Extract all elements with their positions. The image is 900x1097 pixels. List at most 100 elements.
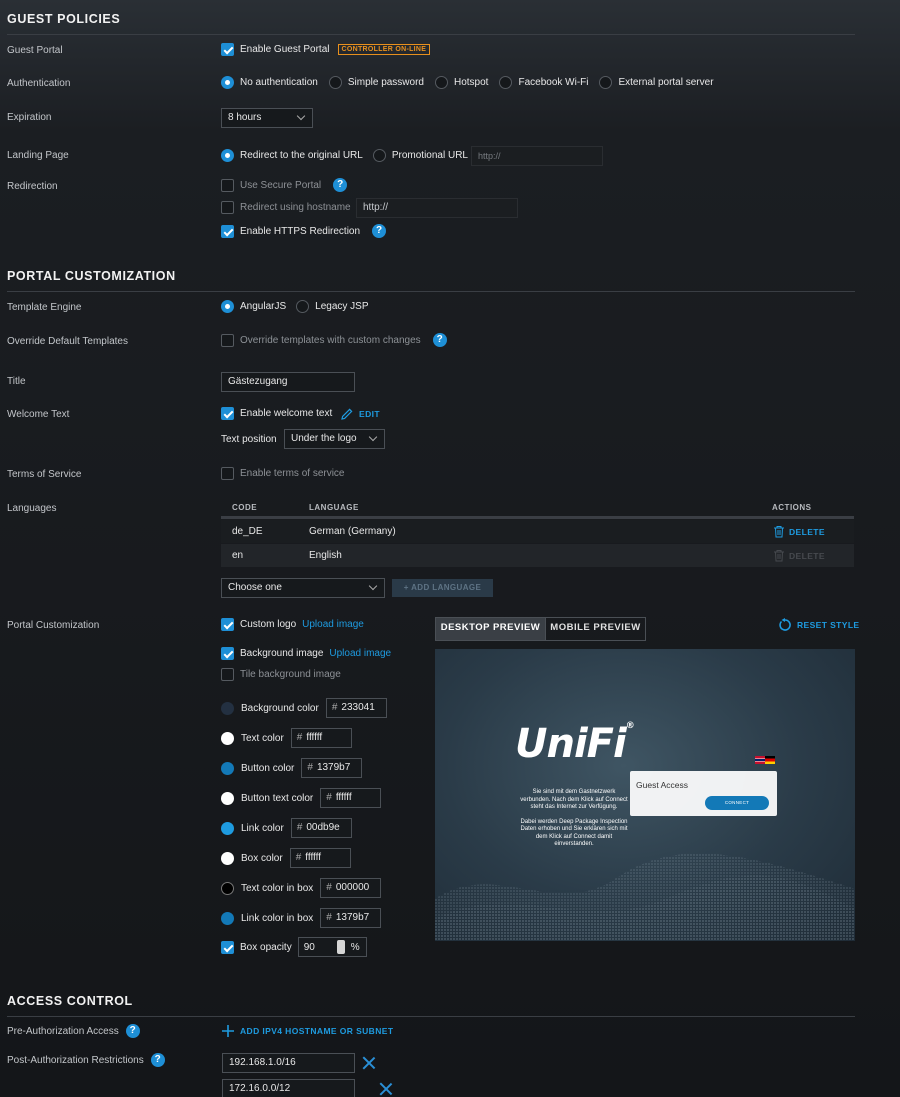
box-opacity-checkbox[interactable] <box>221 940 234 954</box>
upload-logo-link[interactable]: Upload image <box>302 619 364 630</box>
hex-value: 233041 <box>341 702 375 713</box>
color-hex-input[interactable]: # ffffff <box>290 728 352 748</box>
override-templates[interactable]: Override templates with custom changes ? <box>221 333 447 347</box>
remove-icon[interactable] <box>379 1082 393 1096</box>
color-label: Background color <box>241 702 319 714</box>
color-swatch[interactable] <box>221 731 234 745</box>
template-engine-label: Template Engine <box>7 302 82 313</box>
edit-label: EDIT <box>359 409 380 419</box>
enable-terms-checkbox[interactable] <box>221 467 234 480</box>
color-hex-input[interactable]: #000000 <box>320 878 382 898</box>
edit-welcome-button[interactable]: EDIT <box>340 407 380 421</box>
flag-icons[interactable] <box>755 756 775 764</box>
restriction-input[interactable]: 192.168.1.0/16 <box>222 1053 355 1073</box>
option-label: AngularJS <box>240 301 287 312</box>
color-row-box: Box color # ffffff <box>221 848 351 868</box>
expiration-select[interactable]: 8 hours <box>221 108 313 128</box>
radio-hotspot[interactable] <box>435 76 448 89</box>
help-icon[interactable]: ? <box>333 178 348 192</box>
use-secure-portal[interactable]: Use Secure Portal ? <box>221 178 348 192</box>
uk-flag-icon[interactable] <box>755 756 765 764</box>
redirect-hostname-input[interactable]: http:// <box>356 198 518 218</box>
tile-background[interactable]: Tile background image <box>221 668 341 681</box>
redirect-hostname-checkbox[interactable] <box>221 201 234 214</box>
custom-logo[interactable]: Custom logo Upload image <box>221 618 364 631</box>
stepper-icon[interactable] <box>336 940 345 954</box>
delete-language-button[interactable]: DELETE <box>773 525 825 538</box>
terms-label: Terms of Service <box>7 469 82 480</box>
color-hex-input[interactable]: #1379b7 <box>301 758 363 778</box>
color-hex-input[interactable]: #00db9e <box>290 818 352 838</box>
expiration-value: 8 hours <box>228 112 262 123</box>
custom-logo-checkbox[interactable] <box>221 618 234 631</box>
redirect-hostname[interactable]: Redirect using hostname <box>221 201 351 214</box>
box-opacity: Box opacity 90 % <box>221 937 367 957</box>
divider <box>7 1016 855 1017</box>
color-hex-input[interactable]: #233041 <box>325 698 387 718</box>
enable-https-checkbox[interactable] <box>221 224 234 238</box>
remove-icon[interactable] <box>362 1056 376 1070</box>
background-image[interactable]: Background image Upload image <box>221 647 391 660</box>
radio-simple-password[interactable] <box>328 76 342 89</box>
color-swatch[interactable] <box>221 911 234 925</box>
radio-redirect-original[interactable] <box>221 149 234 162</box>
color-swatch[interactable] <box>221 761 234 775</box>
color-row-link: Link color #00db9e <box>221 818 352 838</box>
color-swatch[interactable] <box>221 851 234 865</box>
color-hex-input[interactable]: # ffffff <box>289 848 351 868</box>
choose-language-select[interactable]: Choose one <box>221 578 385 598</box>
color-swatch[interactable] <box>221 881 234 895</box>
color-swatch[interactable] <box>221 791 234 805</box>
restriction-input[interactable]: 172.16.0.0/12 <box>222 1079 355 1097</box>
radio-promotional-url[interactable] <box>372 149 386 162</box>
custom-logo-label: Custom logo <box>240 619 297 630</box>
enable-guest-portal[interactable]: Enable Guest Portal CONTROLLER ON-LINE <box>221 43 431 56</box>
help-icon[interactable]: ? <box>372 224 387 238</box>
help-icon[interactable]: ? <box>150 1053 165 1067</box>
german-flag-icon[interactable] <box>765 756 775 764</box>
add-language-button[interactable]: + ADD LANGUAGE <box>392 579 493 597</box>
box-opacity-input[interactable]: 90 % <box>297 937 367 957</box>
color-label: Text color <box>241 732 284 744</box>
chevron-down-icon <box>296 111 306 121</box>
enable-guest-portal-checkbox[interactable] <box>221 43 234 56</box>
reset-style-button[interactable]: RESET STYLE <box>778 618 860 632</box>
color-row-button-text: Button text color # ffffff <box>221 788 382 808</box>
welcome-text-label: Welcome Text <box>7 409 70 420</box>
hex-value: 1379b7 <box>335 912 370 923</box>
text-position-select[interactable]: Under the logo <box>284 429 385 449</box>
add-hostname-label: ADD IPV4 HOSTNAME OR SUBNET <box>240 1026 394 1036</box>
enable-https-label: Enable HTTPS Redirection <box>240 225 361 237</box>
enable-terms[interactable]: Enable terms of service <box>221 467 345 480</box>
color-swatch[interactable] <box>221 701 234 715</box>
connect-button[interactable]: CONNECT <box>705 796 769 810</box>
radio-facebook-wifi[interactable] <box>499 76 513 89</box>
title-input[interactable]: Gästezugang <box>221 372 355 392</box>
color-hex-input[interactable]: # ffffff <box>320 788 382 808</box>
color-swatch[interactable] <box>221 821 234 835</box>
use-secure-portal-checkbox[interactable] <box>221 178 234 192</box>
chevron-down-icon <box>368 581 378 591</box>
tab-desktop-preview[interactable]: DESKTOP PREVIEW <box>436 618 545 640</box>
background-image-checkbox[interactable] <box>221 647 234 660</box>
promotional-url-input[interactable]: http:// <box>471 146 603 166</box>
upload-background-link[interactable]: Upload image <box>329 648 391 659</box>
welcome-text-preview: Sie sind mit dem Gastnetzwerk verbunden.… <box>518 789 630 849</box>
radio-external-portal[interactable] <box>599 76 613 89</box>
help-icon[interactable]: ? <box>125 1024 140 1038</box>
radio-angularjs[interactable] <box>221 300 234 313</box>
help-icon[interactable]: ? <box>432 333 447 347</box>
enable-https-redirection[interactable]: Enable HTTPS Redirection ? <box>221 224 387 238</box>
tile-background-checkbox[interactable] <box>221 668 234 681</box>
registered-mark: ® <box>625 721 635 731</box>
color-hex-input[interactable]: #1379b7 <box>320 908 382 928</box>
radio-no-authentication[interactable] <box>221 76 234 89</box>
radio-legacy-jsp[interactable] <box>296 300 310 313</box>
enable-welcome-checkbox[interactable] <box>221 407 234 420</box>
override-templates-checkbox[interactable] <box>221 333 234 347</box>
color-label: Text color in box <box>241 882 314 894</box>
add-hostname-button[interactable]: ADD IPV4 HOSTNAME OR SUBNET <box>222 1025 393 1037</box>
enable-welcome-text[interactable]: Enable welcome text <box>221 407 332 420</box>
tab-mobile-preview[interactable]: MOBILE PREVIEW <box>545 618 645 640</box>
delete-label: DELETE <box>789 550 825 561</box>
